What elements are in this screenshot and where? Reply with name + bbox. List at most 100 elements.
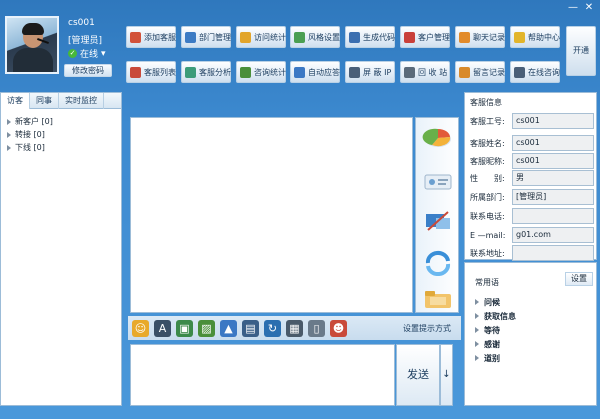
field-value[interactable]: 男 [512,170,594,186]
toolbar-button-label: 客户管理 [418,32,450,42]
toolbar-row2-button-6[interactable]: 留言记录 [455,61,505,83]
network-icon [426,211,450,231]
emoji-icon[interactable]: ☺ [132,319,149,337]
input-toolbar: ☺ A ▣ ▨ ▲ ▤ ↻ ▦ ▯ ☻ 设置提示方式 [128,316,461,340]
field-label: 客服工号: [470,116,505,126]
open-button[interactable]: 开通 [566,26,596,76]
phrase-item[interactable]: 获取信息 [475,309,516,323]
status-dropdown[interactable]: ✓ 在线 ▾ [68,47,106,60]
tab-live-monitor[interactable]: 实时监控 [59,93,104,109]
card-icon [424,174,452,190]
toolbar-row1-button-0[interactable]: 添加客服 [126,26,176,48]
phrases-list: 问候获取信息等待感谢道别 [475,295,516,365]
agent-info-panel: 客服信息 客服工号: cs001 客服姓名: cs001 客服昵称: cs001 性 别: 男… [464,92,597,262]
toolbar-row1-button-6[interactable]: 聊天记录 [455,26,505,48]
tree-item-transferred[interactable]: 转接 [0] [7,128,121,141]
expand-arrow-icon [7,118,11,125]
chat-display[interactable] [130,117,413,313]
toolbar-button-label: 风格设置 [308,32,340,42]
toolbar-button-label: 回 收 站 [418,67,448,77]
toolbar-button-label: 咨询统计 [254,67,286,77]
phrase-label: 等待 [484,325,500,335]
message-input[interactable] [130,344,395,406]
toolbar-row2-button-1[interactable]: 客服分析 [181,61,231,83]
online-consult-icon [514,66,525,78]
send-options-button[interactable]: ↓ [440,344,453,406]
trash-icon[interactable]: ▯ [308,319,325,337]
toolbar-button-label: 帮助中心 [528,32,560,42]
agent-info-row: 客服姓名: cs001 [470,134,596,152]
change-password-button[interactable]: 修改密码 [64,64,112,77]
pie-chart-icon [422,128,451,147]
phrases-settings-button[interactable]: 设置 [565,272,593,286]
image-icon[interactable]: ▨ [198,319,215,337]
chat-log-icon [459,31,470,43]
side-illustration-column [415,117,459,313]
field-label: 客服昵称: [470,156,505,166]
agent-info-row: 联系地址: [470,244,596,262]
toolbar-button-label: 生成代码 [363,32,395,42]
field-value[interactable]: cs001 [512,113,594,129]
toolbar-row2-button-0[interactable]: 客服列表 [126,61,176,83]
expand-arrow-icon [475,327,479,333]
card-icon[interactable]: ▦ [286,319,303,337]
phrase-item[interactable]: 问候 [475,295,516,309]
toolbar-row1-button-7[interactable]: 帮助中心 [510,26,560,48]
expand-arrow-icon [475,355,479,361]
user-role: [管理员] [68,36,103,46]
toolbar-row2-button-3[interactable]: 自动应答 [290,61,340,83]
tree-item-label: 下线 [0] [15,143,45,152]
field-value[interactable] [512,245,594,261]
phrases-title: 常用语 [475,278,499,287]
toolbar-row2-button-5[interactable]: 回 收 站 [400,61,450,83]
tree-item-new-customers[interactable]: 新客户 [0] [7,115,121,128]
screenshot-icon[interactable]: ▣ [176,319,193,337]
left-tabs: 访客 同事 实时监控 [1,93,121,109]
phrase-item[interactable]: 等待 [475,323,516,337]
save-icon[interactable]: ▤ [242,319,259,337]
toolbar-row1-button-1[interactable]: 部门管理 [181,26,231,48]
tip-settings-link[interactable]: 设置提示方式 [403,323,451,334]
chevron-down-icon: ▾ [101,48,106,59]
toolbar-row1-button-2[interactable]: 访问统计 [236,26,286,48]
phrase-label: 道别 [484,353,500,363]
tree-item-offline[interactable]: 下线 [0] [7,141,121,154]
toolbar-row1-button-3[interactable]: 风格设置 [290,26,340,48]
toolbar-row1-button-5[interactable]: 客户管理 [400,26,450,48]
agent-info-row: 性 别: 男 [470,169,596,187]
style-icon [294,31,305,43]
phrase-label: 获取信息 [484,311,516,321]
toolbar-button-label: 在线咨询 [528,67,560,77]
send-button[interactable]: 发送 [396,344,440,406]
expand-arrow-icon [475,341,479,347]
font-icon[interactable]: A [154,319,171,337]
toolbar-row1-button-4[interactable]: 生成代码 [345,26,395,48]
online-check-icon: ✓ [68,49,77,58]
toolbar-row2-button-7[interactable]: 在线咨询 [510,61,560,83]
visitor-tree: 新客户 [0] 转接 [0] 下线 [0] [1,109,121,154]
avatar[interactable] [5,16,59,74]
field-value[interactable]: cs001 [512,135,594,151]
analysis-icon [185,66,196,78]
toolbar-row2-button-4[interactable]: 屏 蔽 IP [345,61,395,83]
code-icon [349,31,360,43]
toolbar-button-label: 自动应答 [308,67,340,77]
field-value[interactable]: cs001 [512,153,594,169]
toolbar-button-label: 访问统计 [254,32,286,42]
tab-visitors[interactable]: 访客 [1,93,30,109]
expand-arrow-icon [475,299,479,305]
field-value[interactable]: [管理员] [512,189,594,205]
picture-icon[interactable]: ▲ [220,319,237,337]
toolbar-row2-button-2[interactable]: 咨询统计 [236,61,286,83]
tree-item-label: 转接 [0] [15,130,45,139]
left-panel: 访客 同事 实时监控 新客户 [0] 转接 [0] 下线 [0] [0,92,122,406]
field-value[interactable]: g01.com [512,227,594,243]
invite-icon[interactable]: ☻ [330,319,347,337]
phrase-item[interactable]: 感谢 [475,337,516,351]
field-value[interactable] [512,208,594,224]
phrase-item[interactable]: 道别 [475,351,516,365]
field-label: E —mail: [470,230,506,240]
tab-colleagues[interactable]: 同事 [30,93,59,109]
department-icon [185,31,196,43]
transfer-icon[interactable]: ↻ [264,319,281,337]
